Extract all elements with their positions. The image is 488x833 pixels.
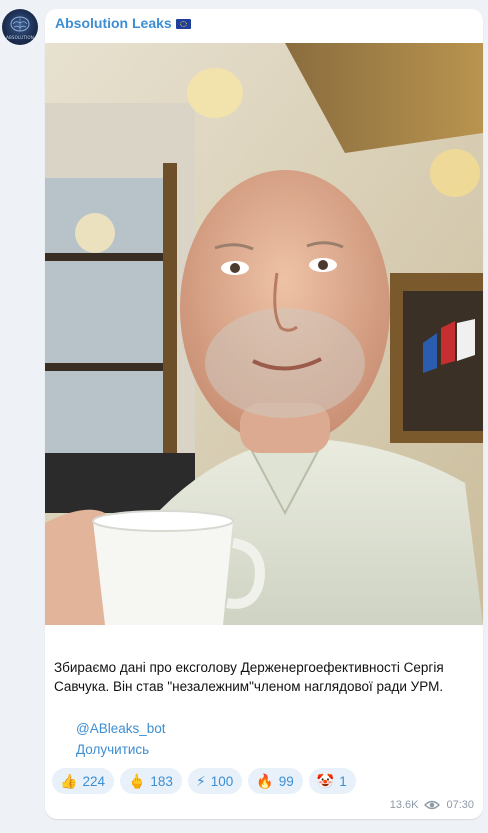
message-bubble: Absolution Leaks Збираємо дані про ексго… [45, 9, 483, 819]
reaction-count: 1 [339, 773, 347, 789]
post-text: Збираємо дані про ексголову Держенергоеф… [54, 660, 444, 694]
reactions-bar: 👍 224 🖕 183 ⚡ 100 🔥 99 🤡 1 [52, 768, 356, 794]
photo-selfie-icon [45, 43, 483, 625]
channel-title[interactable]: Absolution Leaks [55, 15, 191, 31]
channel-avatar[interactable]: ABSOLUTION [2, 9, 38, 45]
clown-icon: 🤡 [316, 773, 335, 789]
reaction-clown[interactable]: 🤡 1 [308, 768, 356, 794]
thumbs-up-icon: 👍 [60, 773, 78, 789]
message-meta: 13.6K 07:30 [390, 799, 474, 811]
eu-flag-icon [175, 19, 191, 29]
reaction-count: 99 [278, 773, 294, 789]
reaction-lightning[interactable]: ⚡ 100 [187, 768, 243, 794]
avatar-label: ABSOLUTION [6, 35, 34, 40]
message-time: 07:30 [446, 799, 474, 811]
reaction-thumbs-up[interactable]: 👍 224 [52, 768, 114, 794]
lightning-icon: ⚡ [195, 773, 206, 789]
join-link[interactable]: Долучитись [76, 742, 149, 757]
reaction-middle-finger[interactable]: 🖕 183 [119, 768, 182, 794]
view-count: 13.6K [389, 799, 419, 811]
eye-icon [424, 800, 441, 810]
fire-icon: 🔥 [256, 773, 274, 789]
middle-finger-icon: 🖕 [127, 773, 146, 789]
reaction-count: 100 [210, 773, 234, 789]
reaction-fire[interactable]: 🔥 99 [248, 768, 303, 794]
post-photo[interactable] [45, 43, 483, 625]
bot-link[interactable]: @ABleaks_bot [76, 721, 166, 736]
reaction-count: 224 [82, 773, 105, 789]
reaction-count: 183 [150, 773, 173, 789]
channel-name-label: Absolution Leaks [55, 15, 172, 31]
